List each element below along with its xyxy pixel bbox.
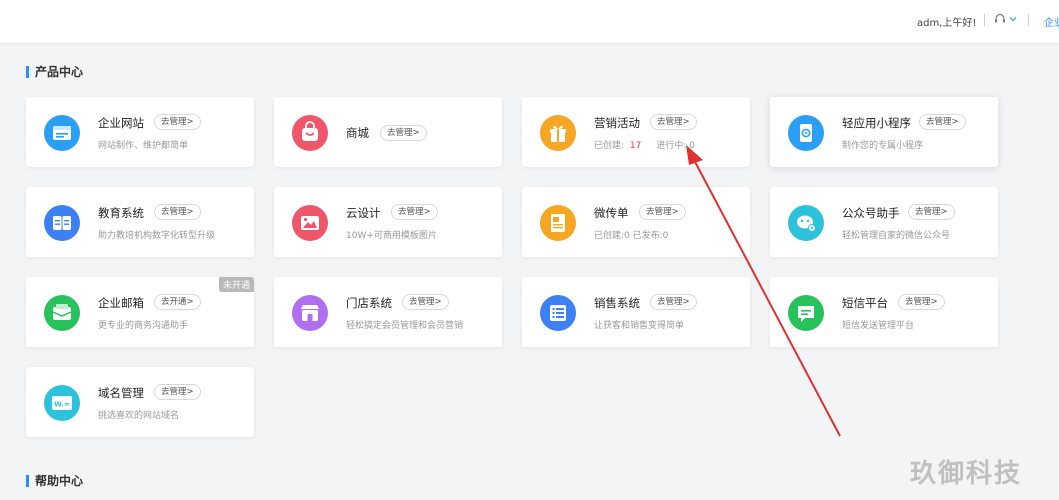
website-icon (44, 115, 80, 151)
card-description: 轻松搞定会员管理和会员营销 (346, 321, 464, 331)
card-name: 云设计 (346, 206, 381, 220)
user-greeting: adm,上午好! (917, 18, 977, 29)
headset-icon (995, 13, 1005, 23)
chevron-down-icon (1009, 17, 1017, 22)
top-bar: adm,上午好! 企业 (0, 0, 1059, 44)
card-sales-system[interactable]: 销售系统 去管理> 让获客和销售变得简单 (522, 277, 750, 347)
status-badge: 未开通 (218, 277, 254, 292)
mall-icon (292, 115, 328, 151)
card-description: 助力教培机构数字化转型升级 (98, 231, 216, 241)
card-name: 企业网站 (98, 116, 144, 130)
card-sms-platform[interactable]: 短信平台 去管理> 短信发送管理平台 (770, 277, 998, 347)
card-education[interactable]: 教育系统 去管理> 助力教培机构数字化转型升级 (26, 187, 254, 257)
card-name: 商城 (346, 126, 369, 140)
section-title-product: 产品中心 (26, 63, 83, 80)
card-name: 门店系统 (346, 296, 392, 310)
section-title-help: 帮助中心 (26, 472, 83, 489)
manage-button[interactable]: 去管理> (650, 114, 697, 130)
svg-text:W.=: W.= (54, 401, 70, 409)
card-stats: 已创建: 17 进行中: 0 (594, 141, 695, 151)
watermark-logo: 玖御科技 (910, 459, 1023, 489)
mail-icon (44, 295, 80, 331)
card-name: 营销活动 (594, 116, 640, 130)
manage-button[interactable]: 去管理> (650, 294, 697, 310)
card-description: 制作您的专属小程序 (842, 141, 924, 151)
card-store-system[interactable]: 门店系统 去管理> 轻松搞定会员管理和会员营销 (274, 277, 502, 347)
card-description: 轻松管理自家的微信公众号 (842, 231, 951, 241)
manage-button[interactable]: 去管理> (380, 125, 427, 141)
card-stats: 已创建:0 已发布:0 (594, 231, 669, 241)
manage-button[interactable]: 去管理> (908, 204, 955, 220)
card-enterprise-mail[interactable]: 未开通 企业邮箱 去开通> 更专业的商务沟通助手 (26, 277, 254, 347)
card-marketing[interactable]: 营销活动 去管理> 已创建: 17 进行中: 0 (522, 97, 750, 167)
activate-button[interactable]: 去开通> (154, 294, 201, 310)
card-domain-management[interactable]: W.= 域名管理 去管理> 挑选喜欢的网站域名 (26, 367, 254, 437)
card-name: 轻应用小程序 (842, 116, 911, 130)
sales-list-icon (540, 295, 576, 331)
company-link[interactable]: 企业 (1044, 14, 1059, 29)
card-cloud-design[interactable]: 云设计 去管理> 10W+可商用模板图片 (274, 187, 502, 257)
education-icon (44, 205, 80, 241)
card-name: 教育系统 (98, 206, 144, 220)
card-name: 销售系统 (594, 296, 640, 310)
manage-button[interactable]: 去管理> (898, 294, 945, 310)
card-name: 微传单 (594, 206, 629, 220)
design-icon (292, 205, 328, 241)
manage-button[interactable]: 去管理> (391, 204, 438, 220)
manage-button[interactable]: 去管理> (402, 294, 449, 310)
card-wechat-assistant[interactable]: 公众号助手 去管理> 轻松管理自家的微信公众号 (770, 187, 998, 257)
divider (1028, 14, 1029, 26)
card-name: 域名管理 (98, 386, 144, 400)
mini-program-icon (788, 115, 824, 151)
gift-icon (540, 115, 576, 151)
flyer-icon (540, 205, 576, 241)
manage-button[interactable]: 去管理> (154, 384, 201, 400)
manage-button[interactable]: 去管理> (639, 204, 686, 220)
sms-icon (788, 295, 824, 331)
card-mall[interactable]: 商城 去管理> (274, 97, 502, 167)
card-description: 更专业的商务沟通助手 (98, 321, 189, 331)
card-description: 网站制作、维护都简单 (98, 141, 189, 151)
store-icon (292, 295, 328, 331)
card-description: 短信发送管理平台 (842, 321, 915, 331)
domain-icon: W.= (44, 385, 80, 421)
divider (984, 14, 985, 26)
card-name: 企业邮箱 (98, 296, 144, 310)
customer-service-button[interactable] (993, 12, 1017, 26)
card-description: 挑选喜欢的网站域名 (98, 411, 180, 421)
card-description: 10W+可商用模板图片 (346, 231, 437, 241)
card-mini-program[interactable]: 轻应用小程序 去管理> 制作您的专属小程序 (770, 97, 998, 167)
card-website[interactable]: 企业网站 去管理> 网站制作、维护都简单 (26, 97, 254, 167)
card-flyer[interactable]: 微传单 去管理> 已创建:0 已发布:0 (522, 187, 750, 257)
card-name: 短信平台 (842, 296, 888, 310)
manage-button[interactable]: 去管理> (919, 114, 966, 130)
card-description: 让获客和销售变得简单 (594, 321, 685, 331)
card-name: 公众号助手 (842, 206, 900, 220)
wechat-icon (788, 205, 824, 241)
manage-button[interactable]: 去管理> (154, 204, 201, 220)
manage-button[interactable]: 去管理> (154, 114, 201, 130)
